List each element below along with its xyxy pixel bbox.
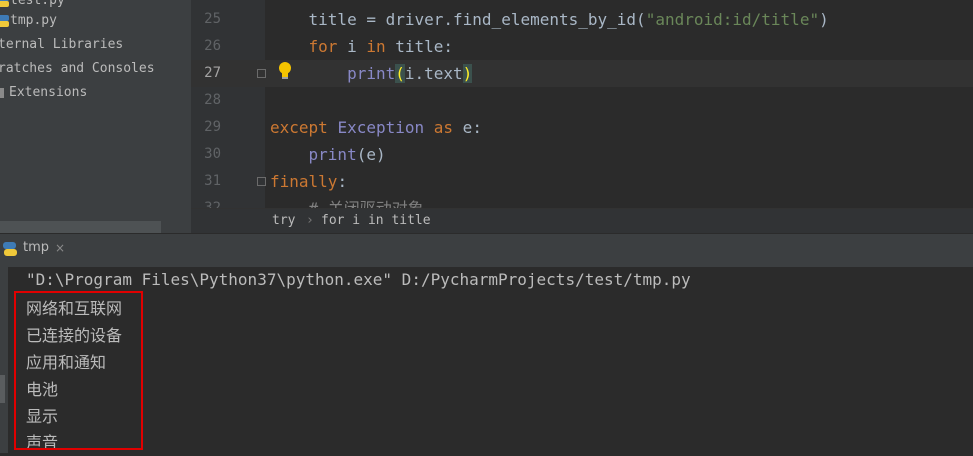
code-text: i.text: [404, 64, 463, 83]
line-number: 31: [204, 173, 221, 189]
keyword-for: for: [308, 37, 338, 56]
breadcrumb: try › for i in title: [191, 208, 973, 233]
builtin-exception: Exception: [337, 118, 425, 137]
code-line-27: print(i.text): [270, 60, 473, 87]
highlight-box: [14, 291, 143, 450]
console-command-line: "D:\Program Files\Python37\python.exe" D…: [26, 270, 691, 289]
line-number: 30: [204, 146, 221, 162]
keyword-finally: finally: [270, 172, 338, 191]
matched-paren: ): [462, 64, 473, 83]
code-text: e:: [453, 118, 482, 137]
tree-item-label: tmp.py: [10, 13, 57, 28]
code-text: ): [819, 10, 829, 29]
python-file-icon: [0, 0, 9, 7]
code-text: (e): [356, 145, 386, 164]
line-number: 28: [204, 92, 221, 108]
code-line-32: # 关闭驱动对象: [270, 195, 424, 208]
code-line-26: for i in title:: [270, 33, 454, 60]
python-file-icon: [0, 15, 9, 27]
code-line-30: print(e): [270, 141, 386, 168]
run-toolbar: [0, 267, 8, 453]
keyword-in: in: [366, 37, 386, 56]
code-line-25: title = driver.find_elements_by_id("andr…: [270, 6, 829, 33]
tree-item-label: ratches and Consoles: [0, 61, 155, 76]
keyword-except: except: [270, 118, 328, 137]
builtin-print: print: [308, 145, 357, 164]
code-text: title = driver.find_elements_by_id(: [308, 10, 646, 29]
breadcrumb-item-try[interactable]: try: [272, 209, 295, 233]
breadcrumb-separator: ›: [306, 213, 314, 228]
python-run-icon: [3, 242, 17, 256]
line-number: 25: [204, 11, 221, 27]
toolbar-button[interactable]: [0, 375, 5, 403]
code-text: i: [337, 37, 367, 56]
line-number-current: 27: [204, 65, 221, 81]
breadcrumb-item-for[interactable]: for i in title: [321, 209, 431, 233]
builtin-print: print: [347, 64, 396, 83]
folder-icon: [0, 88, 4, 98]
line-number: 26: [204, 38, 221, 54]
tree-item-label: Extensions: [9, 85, 88, 100]
tree-item-label: ternal Libraries: [0, 37, 124, 52]
close-icon[interactable]: ×: [55, 241, 65, 255]
comment: # 关闭驱动对象: [309, 199, 424, 208]
code-line-29: except Exception as e:: [270, 114, 482, 141]
project-tree: test.py tmp.py ternal Libraries ratches …: [0, 0, 191, 233]
run-tab-label: tmp: [23, 240, 50, 255]
code-text: title:: [385, 37, 454, 56]
sidebar-scrollbar[interactable]: [0, 221, 161, 233]
run-tab-tmp[interactable]: tmp: [0, 234, 50, 267]
code-line-31: finally:: [270, 168, 347, 195]
line-number: 29: [204, 119, 221, 135]
console-output[interactable]: [8, 267, 973, 453]
keyword-as: as: [433, 118, 454, 137]
code-editor[interactable]: title = driver.find_elements_by_id("andr…: [265, 0, 973, 208]
string-literal: "android:id/title": [645, 10, 820, 29]
run-tab-bar: tmp ×: [0, 233, 973, 267]
matched-paren: (: [395, 64, 405, 83]
code-text: :: [337, 172, 348, 191]
